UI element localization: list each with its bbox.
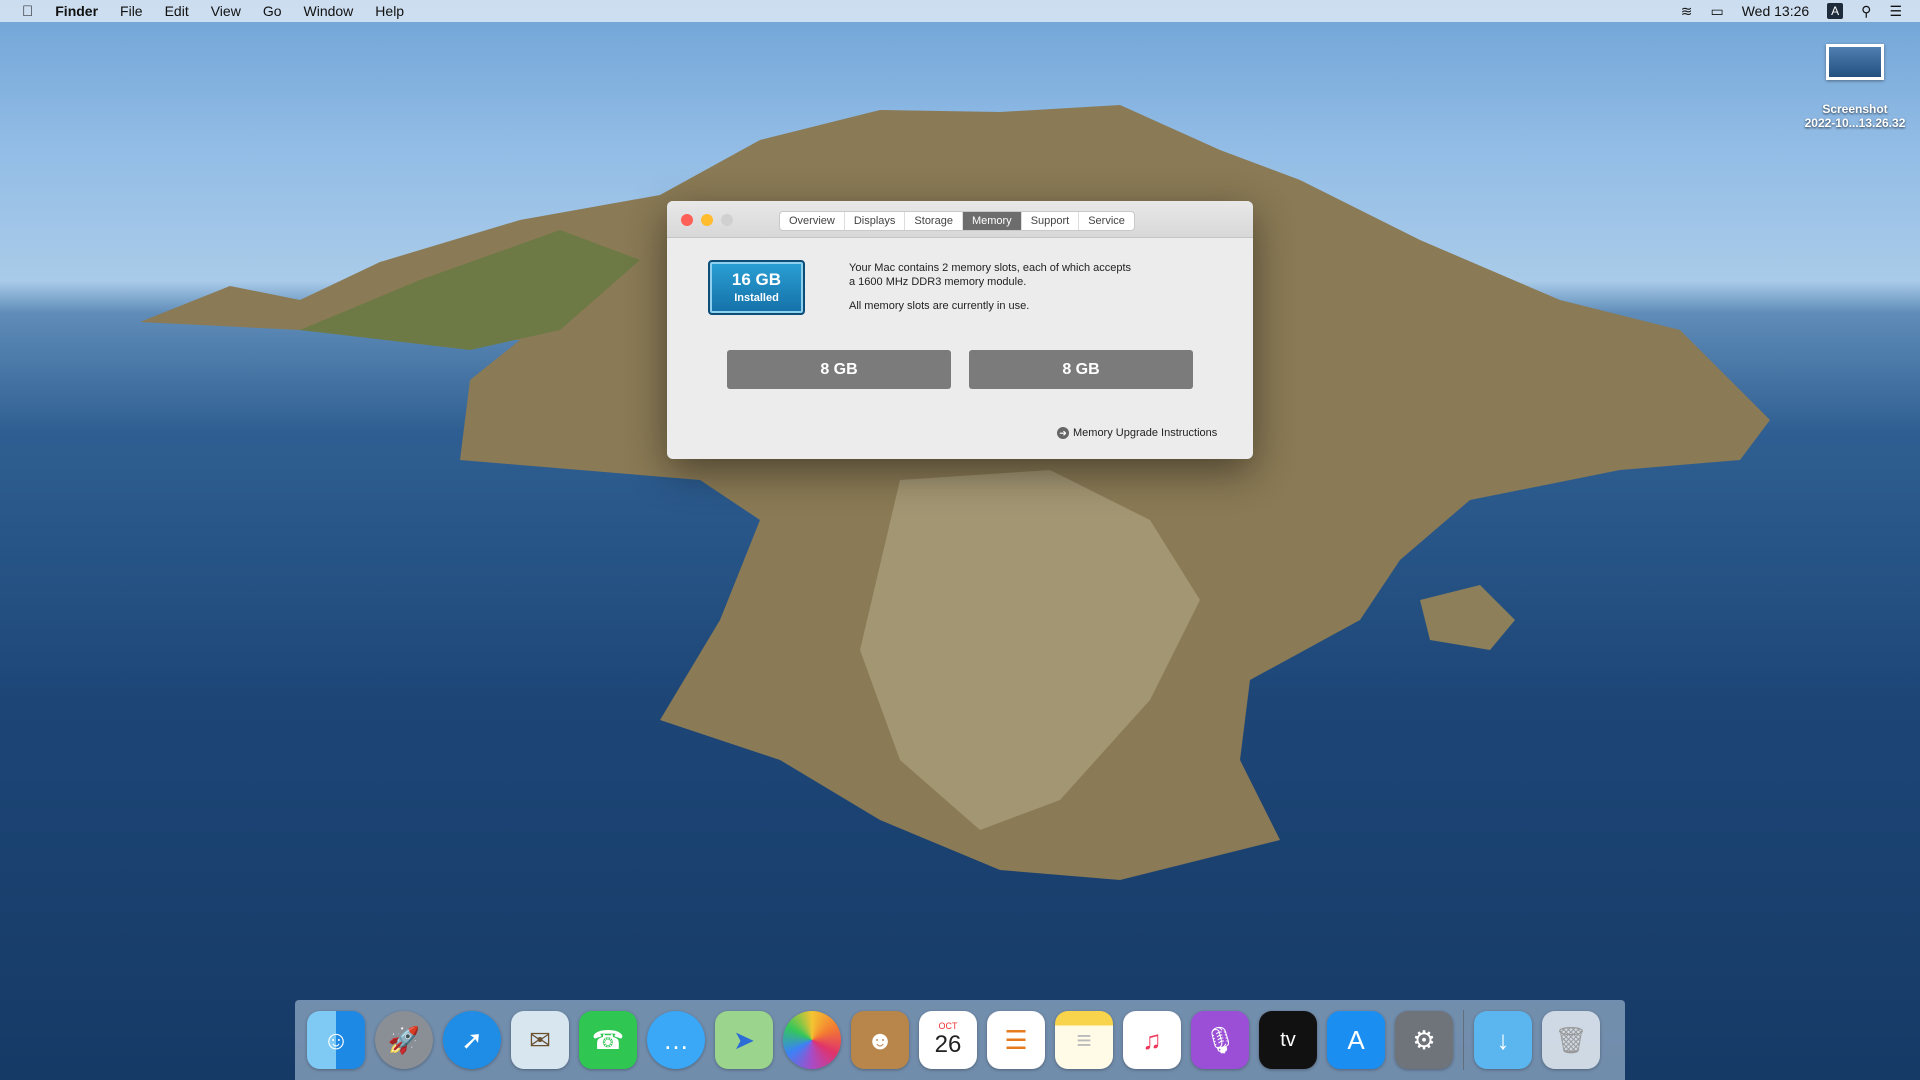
title-bar: Overview Displays Storage Memory Support…: [667, 201, 1253, 238]
music-icon[interactable]: ♫: [1123, 1011, 1181, 1069]
input-source-icon[interactable]: A: [1827, 3, 1844, 19]
calendar-month: OCT: [938, 1021, 958, 1031]
calendar-day: 26: [934, 1031, 962, 1058]
apple-menu-icon[interactable]: : [22, 3, 33, 20]
screenshot-thumbnail: [1826, 44, 1884, 80]
notes-icon[interactable]: ≡: [1055, 1011, 1113, 1069]
airplay-icon[interactable]: ▭: [1710, 3, 1723, 20]
podcasts-icon[interactable]: 🎙: [1191, 1011, 1249, 1069]
dock: ☺ 🚀 ➚ ✉ ☎ … ➤ ☻ OCT 26 ☰ ≡ ♫ 🎙 tv A ⚙ ↓ 🗑: [295, 1000, 1625, 1080]
installed-memory-badge: 16 GB Installed: [708, 260, 805, 315]
desktop-file-screenshot[interactable]: Screenshot 2022-10...13.26.32: [1797, 44, 1913, 130]
file-date: 2022-10...13.26.32: [1804, 116, 1906, 130]
reminders-icon[interactable]: ☰: [987, 1011, 1045, 1069]
menu-bar:  Finder File Edit View Go Window Help ≋…: [0, 0, 1920, 22]
spotlight-search-icon[interactable]: ⚲: [1861, 3, 1871, 20]
wifi-icon[interactable]: ≋: [1681, 3, 1693, 20]
file-name: Screenshot: [1822, 102, 1888, 116]
tab-overview[interactable]: Overview: [780, 212, 845, 230]
zoom-button[interactable]: [721, 214, 733, 226]
memory-slot-1: 8 GB: [727, 350, 951, 389]
menu-finder[interactable]: Finder: [55, 3, 98, 19]
menu-view[interactable]: View: [211, 3, 241, 19]
mail-icon[interactable]: ✉: [511, 1011, 569, 1069]
menu-help[interactable]: Help: [375, 3, 404, 19]
trash-icon[interactable]: 🗑: [1542, 1011, 1600, 1069]
dock-separator: [1463, 1010, 1464, 1070]
downloads-folder-icon[interactable]: ↓: [1474, 1011, 1532, 1069]
desc-line-2: a 1600 MHz DDR3 memory module.: [849, 276, 1027, 288]
notification-center-icon[interactable]: ☰: [1889, 3, 1902, 20]
photos-icon[interactable]: [783, 1011, 841, 1069]
memory-description: Your Mac contains 2 memory slots, each o…: [849, 261, 1131, 323]
messages-icon[interactable]: …: [647, 1011, 705, 1069]
launchpad-icon[interactable]: 🚀: [375, 1011, 433, 1069]
tab-support[interactable]: Support: [1022, 212, 1080, 230]
desktop-wallpaper: [140, 105, 1770, 880]
memory-slot-2: 8 GB: [969, 350, 1193, 389]
minimize-button[interactable]: [701, 214, 713, 226]
facetime-icon[interactable]: ☎: [579, 1011, 637, 1069]
safari-icon[interactable]: ➚: [443, 1011, 501, 1069]
close-button[interactable]: [681, 214, 693, 226]
about-this-mac-window: Overview Displays Storage Memory Support…: [667, 201, 1253, 459]
desc-line-1: Your Mac contains 2 memory slots, each o…: [849, 262, 1132, 274]
installed-label: Installed: [734, 292, 779, 304]
maps-icon[interactable]: ➤: [715, 1011, 773, 1069]
menu-edit[interactable]: Edit: [165, 3, 189, 19]
tab-memory[interactable]: Memory: [962, 212, 1022, 230]
upgrade-link-label: Memory Upgrade Instructions: [1073, 427, 1218, 439]
finder-icon[interactable]: ☺: [307, 1011, 365, 1069]
installed-memory-value: 16 GB: [731, 270, 782, 289]
memory-upgrade-link[interactable]: ➜ Memory Upgrade Instructions: [1057, 427, 1217, 439]
menu-window[interactable]: Window: [304, 3, 354, 19]
clock[interactable]: Wed 13:26: [1742, 3, 1809, 19]
tab-service[interactable]: Service: [1079, 212, 1134, 230]
system-preferences-icon[interactable]: ⚙: [1395, 1011, 1453, 1069]
menu-file[interactable]: File: [120, 3, 143, 19]
tab-storage[interactable]: Storage: [905, 212, 963, 230]
calendar-icon[interactable]: OCT 26: [919, 1011, 977, 1069]
apple-tv-icon[interactable]: tv: [1259, 1011, 1317, 1069]
tab-displays[interactable]: Displays: [845, 212, 906, 230]
contacts-icon[interactable]: ☻: [851, 1011, 909, 1069]
arrow-right-circle-icon: ➜: [1057, 427, 1069, 439]
menu-go[interactable]: Go: [263, 3, 282, 19]
tab-bar: Overview Displays Storage Memory Support…: [779, 211, 1135, 231]
tv-label: tv: [1280, 1028, 1296, 1051]
desc-line-3: All memory slots are currently in use.: [849, 300, 1030, 312]
app-store-icon[interactable]: A: [1327, 1011, 1385, 1069]
